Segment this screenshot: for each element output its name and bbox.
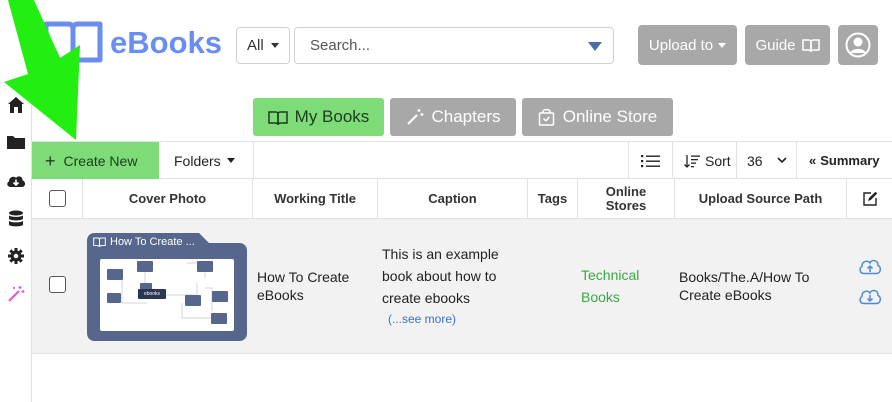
table-header: Cover Photo Working Title Caption Tags O… <box>32 179 892 219</box>
column-header-online-stores[interactable]: Online Stores <box>577 179 674 219</box>
user-icon <box>845 32 871 58</box>
app-title: eBooks <box>110 25 222 60</box>
cloud-download-icon[interactable] <box>858 287 882 305</box>
chevron-down-icon <box>777 157 787 164</box>
cover-title-text: How To Create ... <box>110 236 195 248</box>
magic-wand-icon[interactable] <box>6 284 26 304</box>
page-size-value: 36 <box>747 152 763 169</box>
book-logo-icon <box>43 21 103 67</box>
row-checkbox[interactable] <box>49 276 66 293</box>
edit-icon[interactable] <box>862 191 878 207</box>
magic-wand-icon <box>406 109 423 125</box>
cloud-upload-icon[interactable] <box>858 257 882 275</box>
working-title: How To Create eBooks <box>257 269 350 303</box>
column-header-upload-source-path[interactable]: Upload Source Path <box>674 179 846 219</box>
summary-button[interactable]: « Summary <box>796 142 892 179</box>
upload-to-button[interactable]: Upload to <box>638 25 737 65</box>
chevron-down-icon <box>226 158 235 163</box>
sort-icon <box>684 154 700 168</box>
tab-online-store-label: Online Store <box>562 107 658 126</box>
shopping-bag-icon <box>538 108 554 126</box>
page-size-select[interactable]: 36 <box>736 142 796 179</box>
see-more-link[interactable]: (...see more) <box>388 310 456 328</box>
upload-source-path: Books/The.A/How To Create eBooks <box>679 269 810 303</box>
gear-icon[interactable] <box>6 246 26 266</box>
book-open-icon <box>267 110 288 125</box>
upload-to-label: Upload to <box>648 36 714 54</box>
folders-dropdown[interactable]: Folders <box>159 142 254 179</box>
column-header-caption[interactable]: Caption <box>377 179 527 219</box>
list-view-button[interactable] <box>628 142 672 179</box>
tab-chapters[interactable]: Chapters <box>390 98 516 136</box>
database-icon[interactable] <box>6 209 26 229</box>
list-icon <box>641 154 660 167</box>
chevron-down-icon <box>270 43 279 48</box>
toolbar: + Create New Folders Sort 36 « Summary <box>32 141 892 179</box>
guide-label: Guide <box>755 36 796 54</box>
online-store-link[interactable]: Technical Books <box>581 264 671 308</box>
column-header-cover-photo[interactable]: Cover Photo <box>82 179 252 219</box>
book-open-icon <box>93 237 106 247</box>
left-sidebar <box>0 0 32 402</box>
tab-my-books[interactable]: My Books <box>253 98 384 136</box>
search-input[interactable]: Search... <box>294 27 614 64</box>
book-open-icon <box>801 39 820 52</box>
chevrons-left-icon: « <box>809 153 817 168</box>
user-menu-button[interactable] <box>838 25 878 65</box>
search-placeholder: Search... <box>310 37 371 54</box>
chevron-down-icon <box>718 42 727 48</box>
cover-center-label: ebooks <box>143 291 161 297</box>
column-header-working-title[interactable]: Working Title <box>252 179 377 219</box>
tab-online-store[interactable]: Online Store <box>522 98 673 136</box>
cover-folder-image <box>87 233 247 341</box>
create-new-button[interactable]: + Create New <box>32 142 159 179</box>
search-scope-value: All <box>247 37 264 54</box>
caption-text: This is an example book about how to cre… <box>382 246 499 306</box>
cover-title: How To Create ... <box>93 235 195 249</box>
column-header-tags[interactable]: Tags <box>527 179 577 219</box>
create-new-label: Create New <box>63 152 138 169</box>
folder-icon[interactable] <box>6 132 26 152</box>
cover-photo[interactable]: How To Create ... ebooks <box>87 233 247 341</box>
sort-button[interactable]: Sort <box>672 142 736 179</box>
dropdown-arrow-icon[interactable] <box>588 42 602 51</box>
tab-my-books-label: My Books <box>294 107 370 126</box>
table-row[interactable]: How To Create ... ebooks How To Create e… <box>32 219 892 354</box>
cloud-download-icon[interactable] <box>6 171 26 191</box>
summary-label: Summary <box>820 153 880 168</box>
app-logo[interactable]: eBooks <box>42 18 222 68</box>
home-icon[interactable] <box>6 95 26 115</box>
folders-label: Folders <box>174 152 221 169</box>
edit-column-cell <box>846 179 892 219</box>
select-all-checkbox[interactable] <box>49 190 66 207</box>
select-all-cell <box>32 179 82 219</box>
tab-chapters-label: Chapters <box>431 107 501 126</box>
search-scope-select[interactable]: All <box>236 27 290 64</box>
plus-icon: + <box>45 150 56 171</box>
guide-button[interactable]: Guide <box>745 25 830 65</box>
sort-label: Sort <box>705 152 731 169</box>
